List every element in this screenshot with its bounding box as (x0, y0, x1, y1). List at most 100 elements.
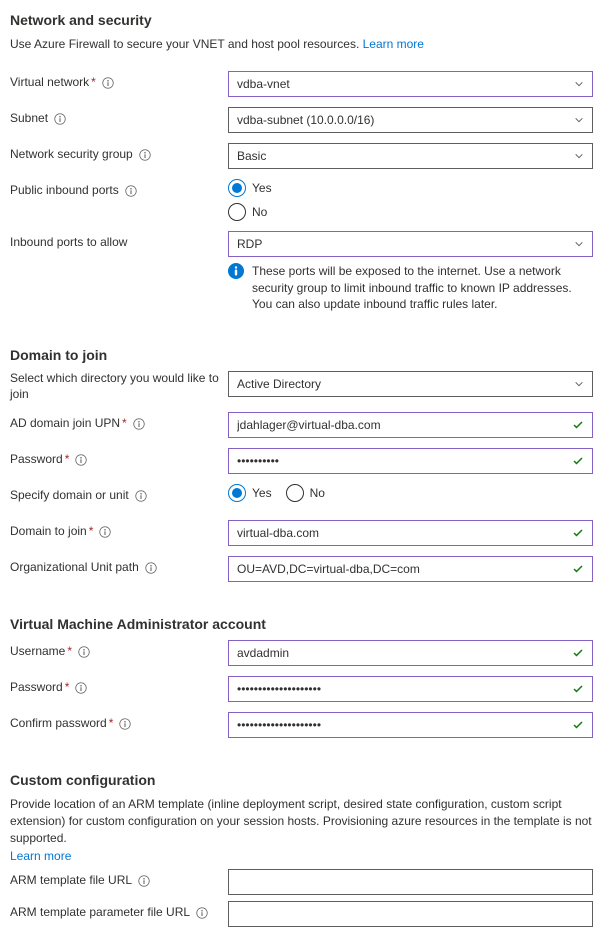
specify-radio-no[interactable]: No (286, 484, 325, 502)
radio-circle-icon (228, 203, 246, 221)
ports-select[interactable]: RDP (228, 231, 593, 257)
info-icon[interactable] (102, 77, 114, 89)
specify-label: Specify domain or unit (10, 488, 129, 504)
custom-learn-more-link[interactable]: Learn more (10, 849, 71, 863)
confirm-pwd-label: Confirm password (10, 716, 107, 732)
subnet-select[interactable]: vdba-subnet (10.0.0.0/16) (228, 107, 593, 133)
domain-input[interactable] (237, 526, 566, 540)
chevron-down-icon (574, 151, 584, 161)
chevron-down-icon (574, 239, 584, 249)
required-indicator: * (65, 452, 70, 468)
radio-label: Yes (252, 181, 272, 195)
specify-radio-yes[interactable]: Yes (228, 484, 272, 502)
user-input[interactable] (237, 646, 566, 660)
network-desc-text: Use Azure Firewall to secure your VNET a… (10, 37, 363, 51)
subnet-value: vdba-subnet (10.0.0.0/16) (237, 113, 374, 127)
confirm-pwd-input[interactable] (237, 718, 566, 732)
admin-pwd-input-wrap (228, 676, 593, 702)
chevron-down-icon (574, 115, 584, 125)
param-input-wrap (228, 901, 593, 927)
info-icon[interactable] (78, 646, 90, 658)
network-learn-more-link[interactable]: Learn more (363, 37, 424, 51)
admin-pwd-input[interactable] (237, 682, 566, 696)
dir-select[interactable]: Active Directory (228, 371, 593, 397)
info-icon[interactable] (135, 490, 147, 502)
subnet-label: Subnet (10, 111, 48, 127)
dir-value: Active Directory (237, 377, 321, 391)
required-indicator: * (109, 716, 114, 732)
check-icon (572, 647, 584, 659)
vmadmin-heading: Virtual Machine Administrator account (10, 616, 593, 632)
network-heading: Network and security (10, 12, 593, 28)
info-icon[interactable] (75, 454, 87, 466)
radio-circle-icon (228, 179, 246, 197)
radio-label: No (252, 205, 267, 219)
upn-input-wrap (228, 412, 593, 438)
ports-info-text: These ports will be exposed to the inter… (252, 263, 593, 313)
ou-label: Organizational Unit path (10, 560, 139, 576)
info-icon[interactable] (75, 682, 87, 694)
check-icon (572, 719, 584, 731)
admin-pwd-label: Password (10, 680, 63, 696)
check-icon (572, 683, 584, 695)
user-label: Username (10, 644, 65, 660)
confirm-pwd-input-wrap (228, 712, 593, 738)
info-icon[interactable] (133, 418, 145, 430)
domain-pwd-label: Password (10, 452, 63, 468)
ports-label: Inbound ports to allow (10, 235, 127, 251)
check-icon (572, 419, 584, 431)
nsg-select[interactable]: Basic (228, 143, 593, 169)
chevron-down-icon (574, 379, 584, 389)
domain-heading: Domain to join (10, 347, 593, 363)
ports-value: RDP (237, 237, 262, 251)
ou-input-wrap (228, 556, 593, 582)
upn-input[interactable] (237, 418, 566, 432)
domain-pwd-input-wrap (228, 448, 593, 474)
vnet-select[interactable]: vdba-vnet (228, 71, 593, 97)
custom-desc: Provide location of an ARM template (inl… (10, 796, 593, 846)
param-label: ARM template parameter file URL (10, 905, 190, 921)
check-icon (572, 455, 584, 467)
domain-to-join-label: Domain to join (10, 524, 87, 540)
domain-input-wrap (228, 520, 593, 546)
radio-label: Yes (252, 486, 272, 500)
pip-radio-yes[interactable]: Yes (228, 179, 593, 197)
info-icon[interactable] (54, 113, 66, 125)
required-indicator: * (122, 416, 127, 432)
upn-label: AD domain join UPN (10, 416, 120, 432)
network-desc: Use Azure Firewall to secure your VNET a… (10, 36, 593, 53)
nsg-value: Basic (237, 149, 266, 163)
required-indicator: * (65, 680, 70, 696)
info-icon[interactable] (145, 562, 157, 574)
ports-info-block: These ports will be exposed to the inter… (228, 263, 593, 313)
domain-pwd-input[interactable] (237, 454, 566, 468)
check-icon (572, 563, 584, 575)
info-badge-icon (228, 263, 244, 279)
info-icon[interactable] (196, 907, 208, 919)
radio-circle-icon (228, 484, 246, 502)
info-icon[interactable] (138, 875, 150, 887)
nsg-label: Network security group (10, 147, 133, 163)
custom-heading: Custom configuration (10, 772, 593, 788)
info-icon[interactable] (125, 185, 137, 197)
user-input-wrap (228, 640, 593, 666)
pip-radio-no[interactable]: No (228, 203, 593, 221)
vnet-label: Virtual network (10, 75, 89, 91)
chevron-down-icon (574, 79, 584, 89)
ou-input[interactable] (237, 562, 566, 576)
info-icon[interactable] (119, 718, 131, 730)
tpl-input-wrap (228, 869, 593, 895)
tpl-input[interactable] (237, 875, 584, 889)
dir-label: Select which directory you would like to… (10, 371, 228, 402)
param-input[interactable] (237, 907, 584, 921)
vnet-value: vdba-vnet (237, 77, 290, 91)
radio-label: No (310, 486, 325, 500)
info-icon[interactable] (99, 526, 111, 538)
radio-circle-icon (286, 484, 304, 502)
required-indicator: * (89, 524, 94, 540)
check-icon (572, 527, 584, 539)
required-indicator: * (91, 75, 96, 91)
info-icon[interactable] (139, 149, 151, 161)
pip-label: Public inbound ports (10, 183, 119, 199)
required-indicator: * (67, 644, 72, 660)
